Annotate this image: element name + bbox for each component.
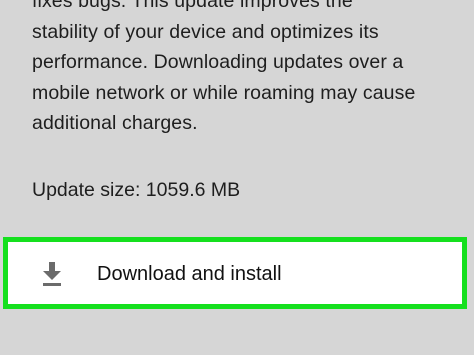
bottom-area [0,314,474,355]
download-and-install-button[interactable]: Download and install [3,237,467,309]
update-screen: fixes bugs. This update improves the sta… [0,0,474,355]
update-size-text: Update size: 1059.6 MB [32,179,241,201]
download-icon [43,262,61,286]
download-and-install-label: Download and install [97,263,282,285]
update-description: fixes bugs. This update improves the sta… [32,0,416,134]
